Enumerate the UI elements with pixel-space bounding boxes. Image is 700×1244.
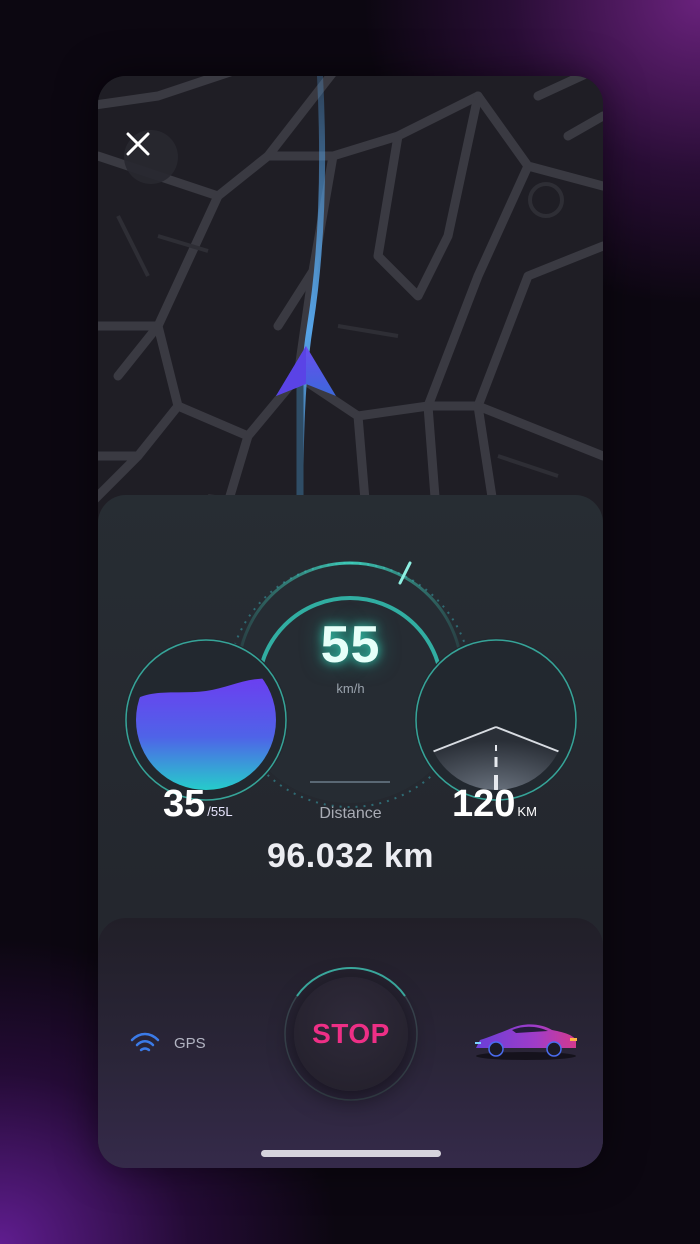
distance-label: Distance <box>319 805 382 822</box>
home-indicator[interactable] <box>261 1150 441 1157</box>
gauge-cluster: 55 km/h 35/55L 120 KM <box>98 495 603 825</box>
stop-button[interactable]: STOP <box>294 977 408 1091</box>
speed-value: 55 <box>320 616 381 674</box>
speed-unit: km/h <box>336 681 365 696</box>
wifi-signal-icon <box>130 1032 160 1052</box>
gps-label: GPS <box>174 1034 206 1052</box>
map-view[interactable] <box>98 76 603 536</box>
sports-car-icon <box>475 1024 577 1060</box>
stop-label: STOP <box>312 1018 390 1049</box>
close-button[interactable] <box>124 130 178 184</box>
control-bar: GPS STOP <box>98 918 603 1168</box>
app-screen: 55 km/h 35/55L 120 KM Distance 96.032 km … <box>98 76 603 1168</box>
close-icon <box>126 132 150 156</box>
gps-status: GPS <box>130 1031 206 1055</box>
navigation-arrow-icon <box>276 346 336 396</box>
distance-value: 96.032 km <box>266 837 435 875</box>
